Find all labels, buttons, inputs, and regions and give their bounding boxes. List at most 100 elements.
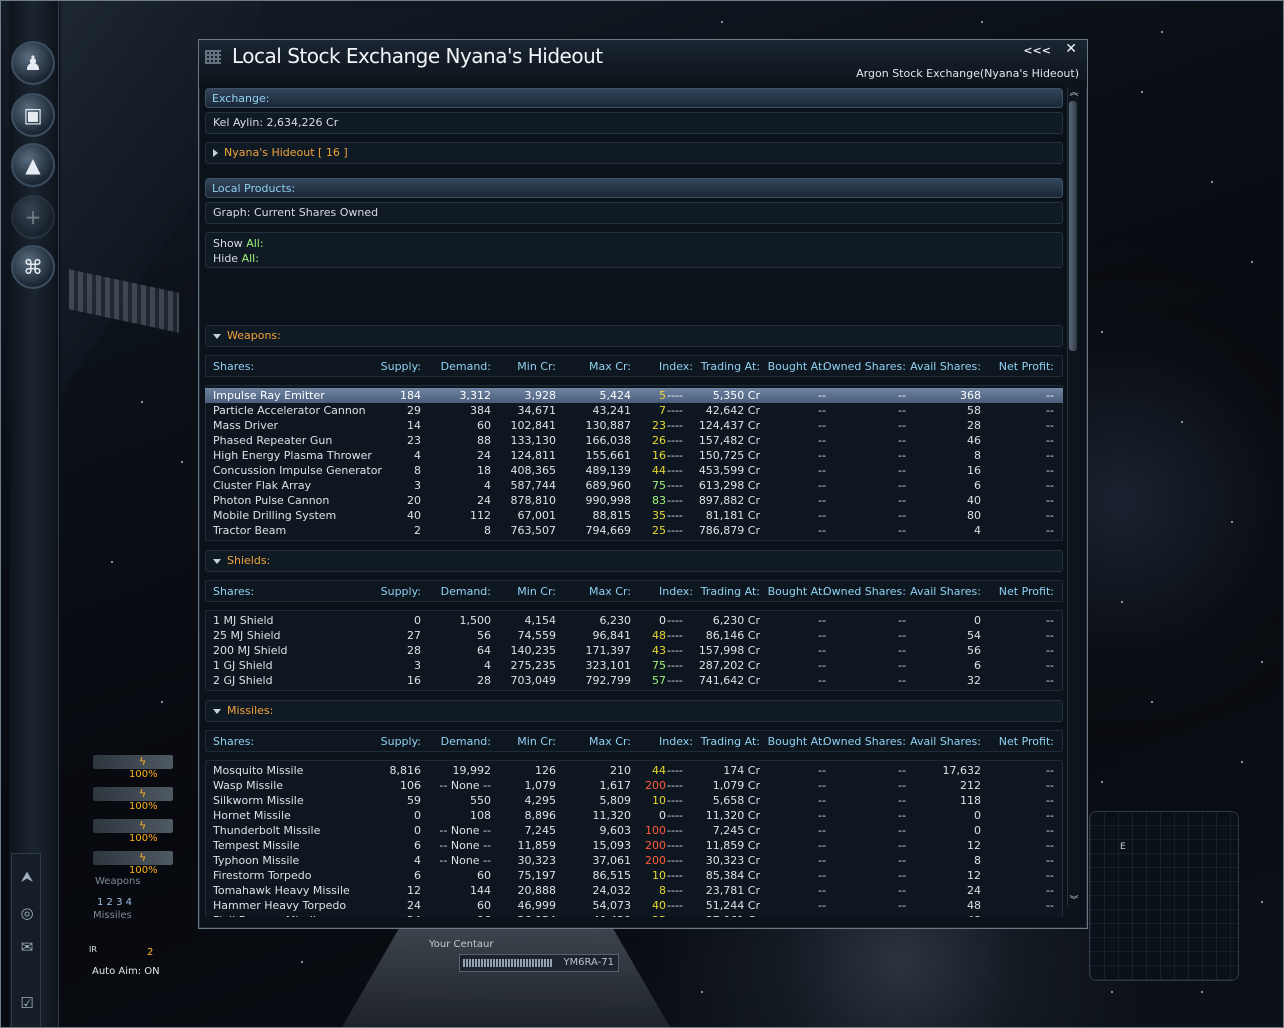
column-header[interactable]: Avail Shares: [910, 735, 981, 748]
column-header[interactable]: Shares: [213, 585, 254, 598]
column-header[interactable]: Supply: [381, 585, 421, 598]
cell-trade: 81,181 Cr [705, 509, 760, 522]
column-header[interactable]: Index: [643, 360, 693, 373]
table-row[interactable]: Flail Barrage Missile249626,95440,43025-… [205, 913, 1063, 917]
column-header[interactable]: Shares: [213, 360, 254, 373]
ship-hull-bar [463, 959, 553, 967]
collapse-icon[interactable]: <<< [1023, 44, 1051, 57]
column-header[interactable]: Demand: [441, 360, 491, 373]
column-header[interactable]: Demand: [441, 585, 491, 598]
column-header[interactable]: Supply: [381, 735, 421, 748]
column-header[interactable]: Bought At: [768, 585, 826, 598]
column-header[interactable]: Supply: [381, 360, 421, 373]
table-row[interactable]: Cluster Flak Array 3 4 587,744 689,960 75 ----… [205, 478, 1063, 493]
cell-name: Cluster Flak Array [213, 479, 312, 492]
table-row[interactable]: 200 MJ Shield 28 64 140,235 171,397 43 ---- 157… [205, 643, 1063, 658]
triangle-icon[interactable]: ▲ [11, 143, 55, 187]
column-header[interactable]: Max Cr: [589, 735, 631, 748]
table-row[interactable]: Concussion Impulse Generator 8 18 408,365 48… [205, 463, 1063, 478]
column-header[interactable]: Trading At: [701, 360, 760, 373]
table-row[interactable]: Wasp Missile 106 -- None -- 1,079 1,617 200 --… [205, 778, 1063, 793]
table-row[interactable]: Hornet Missile 0 108 8,896 11,320 0 ---- 11,320… [205, 808, 1063, 823]
column-header[interactable]: Bought At: [768, 360, 826, 373]
cell-demand: 18 [477, 464, 491, 477]
table-row[interactable]: Mass Driver 14 60 102,841 130,887 23 ---- 124,4… [205, 418, 1063, 433]
graph-option[interactable]: Graph: Current Shares Owned [213, 206, 378, 219]
column-header[interactable]: Net Profit: [999, 585, 1054, 598]
hide-all-link[interactable]: All: [242, 252, 259, 265]
cell-bought: -- [818, 764, 826, 777]
category-toggle[interactable]: Shields: [205, 550, 1063, 572]
table-row[interactable]: Mosquito Missile 8,816 19,992 126 210 44 ---- 1… [205, 763, 1063, 778]
table-row[interactable]: Photon Pulse Cannon 20 24 878,810 990,998 83-… [205, 493, 1063, 508]
show-all-link[interactable]: All: [246, 237, 263, 250]
table-row[interactable]: Tractor Beam 2 8 763,507 794,669 25 ---- 786,87… [205, 523, 1063, 538]
scrollbar[interactable]: ︽ ︾ [1067, 87, 1079, 907]
table-row[interactable]: Firestorm Torpedo 6 60 75,197 86,515 10 ---- 85… [205, 868, 1063, 883]
crosshair-icon[interactable]: + [11, 195, 55, 239]
column-header[interactable]: Avail Shares: [910, 360, 981, 373]
scroll-thumb[interactable] [1069, 101, 1077, 351]
station-link-label[interactable]: Nyana's Hideout [ 16 ] [224, 146, 348, 159]
column-header[interactable]: Shares: [213, 735, 254, 748]
column-header[interactable]: Net Profit: [999, 735, 1054, 748]
column-header[interactable]: Index: [643, 585, 693, 598]
column-header[interactable]: Owned Shares: [823, 360, 906, 373]
table-row[interactable]: Impulse Ray Emitter 184 3,312 3,928 5,424 5 --… [205, 388, 1063, 403]
station-link[interactable]: Nyana's Hideout [ 16 ] [205, 142, 1063, 164]
cell-avail: 6 [974, 659, 981, 672]
table-row[interactable]: Particle Accelerator Cannon 29 384 34,671 43… [205, 403, 1063, 418]
column-header[interactable]: Max Cr: [589, 360, 631, 373]
table-row[interactable]: High Energy Plasma Thrower 4 24 124,811 155,… [205, 448, 1063, 463]
column-header[interactable]: Min Cr: [517, 360, 556, 373]
table-row[interactable]: Hammer Heavy Torpedo 24 60 46,999 54,073 40 --… [205, 898, 1063, 913]
graph-panel[interactable]: Graph: Current Shares Owned [205, 202, 1063, 224]
circle-icon[interactable]: ◎ [16, 902, 38, 924]
column-header[interactable]: Owned Shares: [823, 585, 906, 598]
up-arrow-icon[interactable]: ⮝ [16, 866, 38, 888]
column-header[interactable]: Owned Shares: [823, 735, 906, 748]
auto-aim-status[interactable]: Auto Aim: ON [92, 966, 160, 977]
table-row[interactable]: Typhoon Missile 4 -- None -- 30,323 37,061 20… [205, 853, 1063, 868]
column-header[interactable]: Bought At: [768, 735, 826, 748]
index-value: 40 [652, 899, 666, 912]
column-header[interactable]: Min Cr: [517, 735, 556, 748]
table-row[interactable]: 1 GJ Shield 3 4 275,235 323,101 75 ---- 287,202… [205, 658, 1063, 673]
column-header[interactable]: Index: [643, 735, 693, 748]
category-toggle[interactable]: Weapons: [205, 325, 1063, 347]
table-row[interactable]: 2 GJ Shield 16 28 703,049 792,799 57 ---- 741,6… [205, 673, 1063, 688]
column-header[interactable]: Max Cr: [589, 585, 631, 598]
table-row[interactable]: Tomahawk Heavy Missile 12 144 20,888 24,032 8… [205, 883, 1063, 898]
mail-icon[interactable]: ✉ [16, 936, 38, 958]
table-row[interactable]: 1 MJ Shield 0 1,500 4,154 6,230 0 ---- 6,230 Cr… [205, 613, 1063, 628]
person-icon[interactable]: ♟ [11, 41, 55, 85]
table-row[interactable]: Thunderbolt Missile 0 -- None -- 7,245 9,603… [205, 823, 1063, 838]
table-row[interactable]: Mobile Drilling System 40 112 67,001 88,815 3… [205, 508, 1063, 523]
cell-avail: 0 [974, 824, 981, 837]
close-icon[interactable]: ✕ [1065, 41, 1077, 57]
category-label[interactable]: Shields: [227, 554, 270, 567]
table-row[interactable]: Phased Repeater Gun 23 88 133,130 166,038 26-… [205, 433, 1063, 448]
category-label[interactable]: Missiles: [227, 704, 273, 717]
window-titlebar[interactable]: Local Stock Exchange Nyana's Hideout Arg… [199, 40, 1087, 88]
scroll-up-icon[interactable]: ︽ [1068, 87, 1080, 99]
column-header[interactable]: Trading At: [701, 735, 760, 748]
scroll-down-icon[interactable]: ︾ [1068, 895, 1080, 907]
menu-grid-icon[interactable] [205, 50, 221, 64]
table-row[interactable]: 25 MJ Shield 27 56 74,559 96,841 48 ---- 86,146… [205, 628, 1063, 643]
cell-demand: -- None -- [439, 854, 491, 867]
column-header[interactable]: Demand: [441, 735, 491, 748]
table-row[interactable]: Silkworm Missile 59 550 4,295 5,809 10 ---- 5,6… [205, 793, 1063, 808]
camera-icon[interactable]: ▣ [11, 93, 55, 137]
checkbox-icon[interactable]: ☑ [16, 992, 38, 1014]
column-header[interactable]: Net Profit: [999, 360, 1054, 373]
cell-net: -- [1046, 494, 1054, 507]
column-header[interactable]: Avail Shares: [910, 585, 981, 598]
table-row[interactable]: Tempest Missile 6 -- None -- 11,859 15,093 20… [205, 838, 1063, 853]
category-toggle[interactable]: Missiles: [205, 700, 1063, 722]
column-header[interactable]: Trading At: [701, 585, 760, 598]
network-icon[interactable]: ⌘ [11, 245, 55, 289]
ship-target-bar[interactable]: YM6RA-71 [459, 954, 619, 972]
category-label[interactable]: Weapons: [227, 329, 281, 342]
column-header[interactable]: Min Cr: [517, 585, 556, 598]
